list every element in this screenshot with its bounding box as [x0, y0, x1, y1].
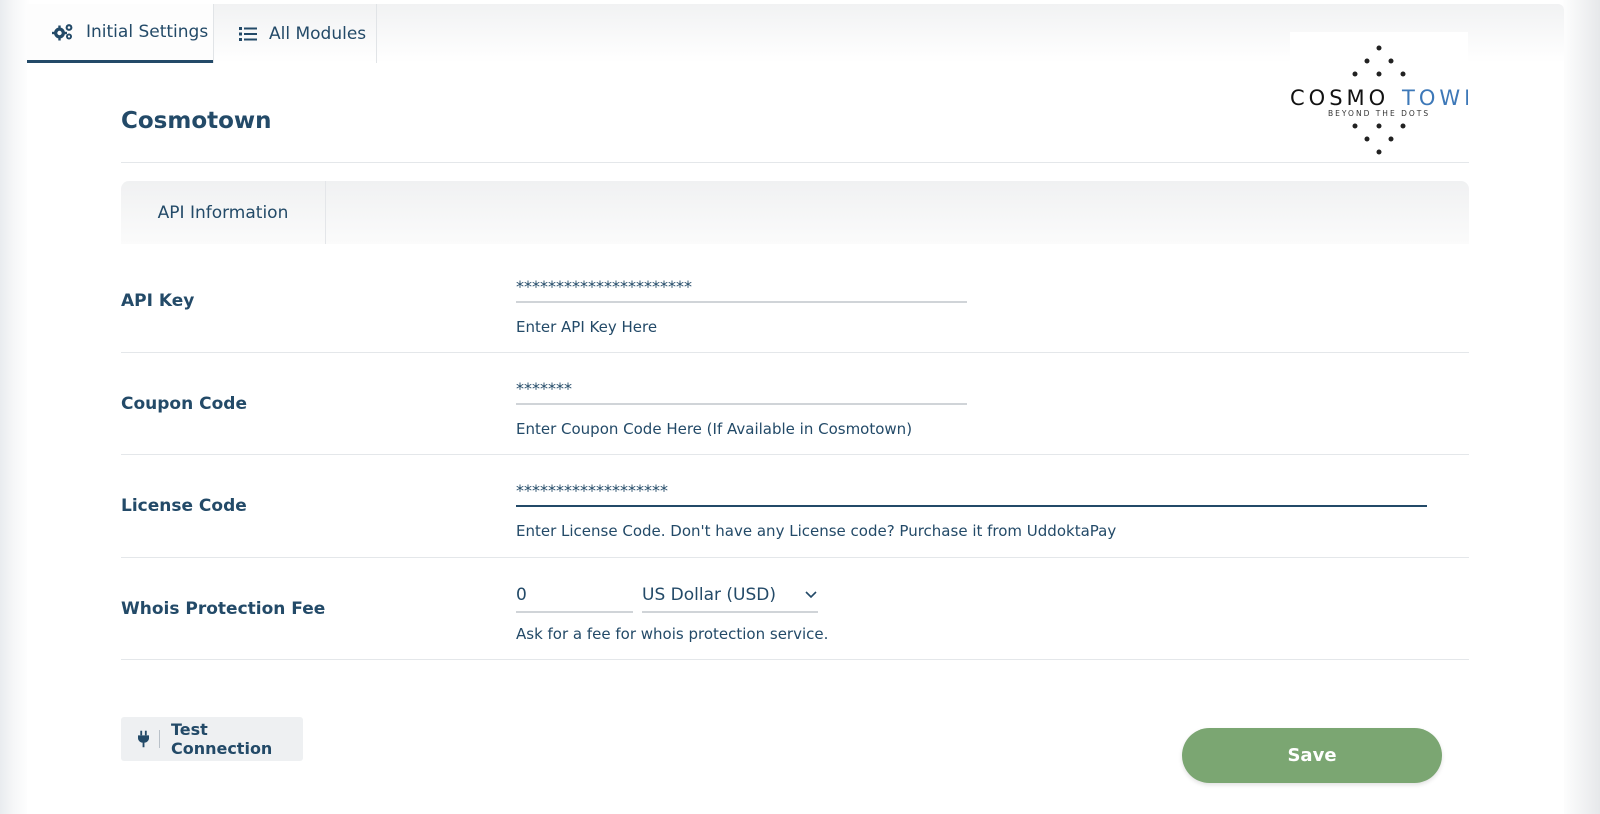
api-key-label: API Key [121, 291, 195, 311]
tab-initial-settings[interactable]: Initial Settings [27, 4, 213, 63]
gears-icon [52, 24, 73, 41]
api-key-row: API Key Enter API Key Here [121, 249, 1469, 353]
tab-all-modules[interactable]: All Modules [213, 4, 377, 63]
tab-api-information[interactable]: API Information [121, 181, 326, 244]
button-divider [159, 730, 160, 748]
coupon-code-row: Coupon Code Enter Coupon Code Here (If A… [121, 353, 1469, 455]
chevron-down-icon [805, 591, 817, 599]
section-tab-bar: API Information [121, 181, 1469, 244]
coupon-code-input[interactable] [516, 373, 967, 405]
plug-icon [138, 730, 150, 748]
save-button[interactable]: Save [1182, 728, 1442, 783]
svg-text:BEYOND THE DOTS: BEYOND THE DOTS [1328, 109, 1430, 118]
license-code-help: Enter License Code. Don't have any Licen… [516, 522, 1117, 540]
currency-selected-value: US Dollar (USD) [642, 585, 776, 605]
api-key-input[interactable] [516, 271, 967, 303]
cosmotown-logo: COSMO TOWN BEYOND THE DOTS [1290, 32, 1480, 164]
svg-text:TOWN: TOWN [1401, 86, 1468, 110]
tab-initial-settings-label: Initial Settings [86, 22, 209, 42]
row-divider [121, 659, 1469, 660]
license-code-label: License Code [121, 496, 247, 516]
license-code-input[interactable] [516, 475, 1427, 507]
settings-panel: Initial Settings All Modules COSMO TOW B… [27, 4, 1564, 814]
test-connection-button[interactable]: Test Connection [121, 717, 303, 761]
whois-fee-amount-input[interactable] [516, 579, 633, 613]
whois-fee-help: Ask for a fee for whois protection servi… [516, 625, 829, 643]
license-code-row: License Code Enter License Code. Don't h… [121, 455, 1469, 558]
whois-fee-row: Whois Protection Fee US Dollar (USD) Ask… [121, 558, 1469, 660]
tab-all-modules-label: All Modules [269, 23, 367, 44]
page-title: Cosmotown [121, 108, 272, 134]
coupon-code-help: Enter Coupon Code Here (If Available in … [516, 420, 913, 438]
title-divider [121, 162, 1469, 163]
currency-select[interactable]: US Dollar (USD) [642, 579, 818, 613]
whois-fee-label: Whois Protection Fee [121, 599, 326, 619]
coupon-code-label: Coupon Code [121, 394, 247, 414]
api-key-help: Enter API Key Here [516, 318, 658, 336]
svg-text:COSMO: COSMO [1290, 86, 1389, 110]
test-connection-label: Test Connection [170, 720, 273, 758]
list-icon [239, 26, 257, 41]
